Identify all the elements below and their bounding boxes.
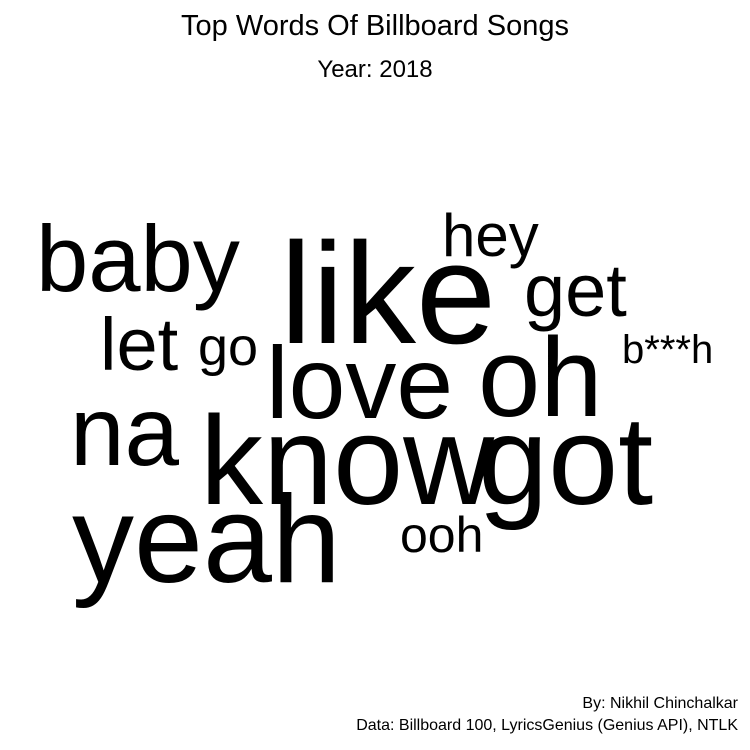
source-credit: Data: Billboard 100, LyricsGenius (Geniu… — [356, 717, 738, 734]
word-baby: baby — [36, 206, 240, 311]
word-yeah: yeah — [72, 471, 341, 609]
word-ooh: ooh — [400, 507, 484, 563]
word-go: go — [198, 317, 259, 377]
author-credit: By: Nikhil Chinchalkar — [582, 695, 738, 712]
word-let: let — [100, 303, 179, 386]
word-got: got — [478, 390, 654, 531]
word-na: na — [70, 376, 180, 486]
word-bstarh: b***h — [622, 328, 714, 372]
word-cloud: baby like hey get let go b***h love oh n… — [0, 0, 750, 750]
